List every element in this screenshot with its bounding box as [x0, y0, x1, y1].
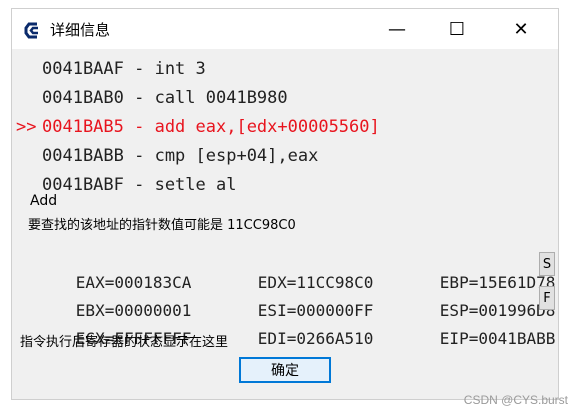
instruction-text: 0041BABB - cmp [esp+04],eax [42, 146, 319, 166]
code-line: 0041BABB - cmp [esp+04],eax [16, 142, 558, 171]
instruction-text: 0041BABF - setle al [42, 175, 237, 195]
code-line-active: >> 0041BAB5 - add eax,[edx+00005560] [16, 113, 558, 142]
disassembly-view: 0041BAAF - int 3 0041BAB0 - call 0041B98… [16, 55, 558, 200]
register-edi[interactable]: EDI=0266A510 [258, 325, 440, 353]
window-title: 详细信息 [50, 21, 111, 39]
register-eip[interactable]: EIP=0041BABB [440, 325, 574, 353]
code-line: 0041BAB0 - call 0041B980 [16, 84, 558, 113]
s-button[interactable]: S [539, 252, 555, 276]
close-button[interactable]: ✕ [498, 9, 544, 49]
register-ebx[interactable]: EBX=00000001 [76, 297, 258, 325]
register-row: EAX=000183CA EDX=11CC98C0 EBP=15E61D78 [18, 241, 556, 292]
instruction-text: 0041BAAF - int 3 [42, 59, 206, 79]
ok-button[interactable]: 确定 [239, 357, 331, 383]
title-bar: 详细信息 — ☐ ✕ [12, 9, 558, 49]
register-eax[interactable]: EAX=000183CA [76, 269, 258, 297]
line-marker: >> [16, 117, 37, 137]
add-label: Add [30, 193, 58, 209]
register-panel: EAX=000183CA EDX=11CC98C0 EBP=15E61D78 EBX… [18, 241, 556, 348]
watermark: CSDN @CYS.burst [463, 393, 568, 407]
register-edx[interactable]: EDX=11CC98C0 [258, 269, 440, 297]
pointer-hint: 要查找的该地址的指针数值可能是 11CC98C0 [28, 218, 296, 233]
code-line: 0041BABF - setle al [16, 171, 558, 200]
register-esi[interactable]: ESI=000000FF [258, 297, 440, 325]
instruction-text: 0041BAB0 - call 0041B980 [42, 88, 288, 108]
status-hint: 指令执行后寄存器的状态显示在这里 [20, 335, 229, 350]
maximize-button[interactable]: ☐ [434, 9, 480, 49]
minimize-button[interactable]: — [374, 9, 420, 49]
details-window: 详细信息 — ☐ ✕ 0041BAAF - int 3 0041BAB0 - c… [11, 8, 559, 400]
ce-logo-icon [24, 22, 38, 39]
instruction-text: 0041BAB5 - add eax,[edx+00005560] [42, 117, 380, 137]
f-button[interactable]: F [539, 286, 555, 310]
code-line: 0041BAAF - int 3 [16, 55, 558, 84]
